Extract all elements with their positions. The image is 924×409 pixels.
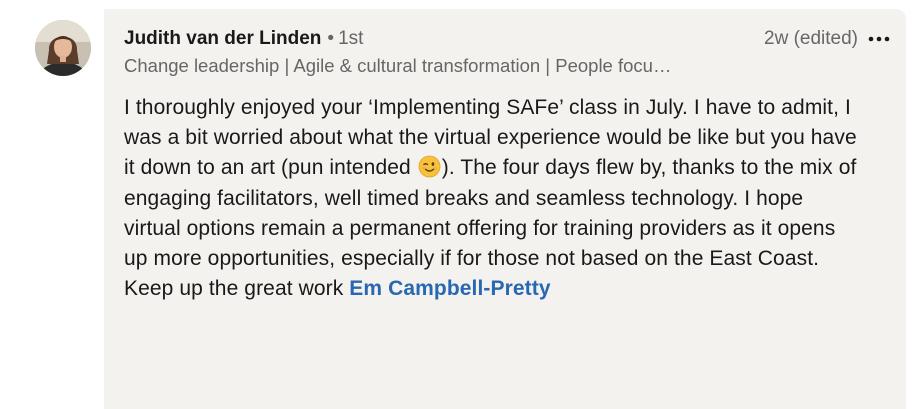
more-options-button[interactable] [866,27,892,51]
author-name-link[interactable]: Judith van der Linden [124,28,321,49]
comment-timestamp: 2w (edited) [764,28,858,49]
avatar-photo [35,20,91,76]
author-avatar[interactable] [35,20,91,76]
author-headline: Change leadership | Agile & cultural tra… [124,55,672,76]
author-line: Judith van der Linden • 1st [124,27,363,51]
connection-degree: 1st [338,28,364,49]
comment-header: Judith van der Linden • 1st Change leaders… [124,27,892,76]
comment-bubble: Judith van der Linden • 1st Change leaders… [104,9,906,409]
winking-face-emoji [418,155,441,178]
comment-meta: 2w (edited) [764,27,892,51]
comment-text: I thoroughly enjoyed your ‘Implementing … [124,93,864,304]
mention-link[interactable]: Em Campbell-Pretty [349,277,550,300]
more-horizontal-icon [868,36,890,42]
separator-dot: • [327,28,335,49]
